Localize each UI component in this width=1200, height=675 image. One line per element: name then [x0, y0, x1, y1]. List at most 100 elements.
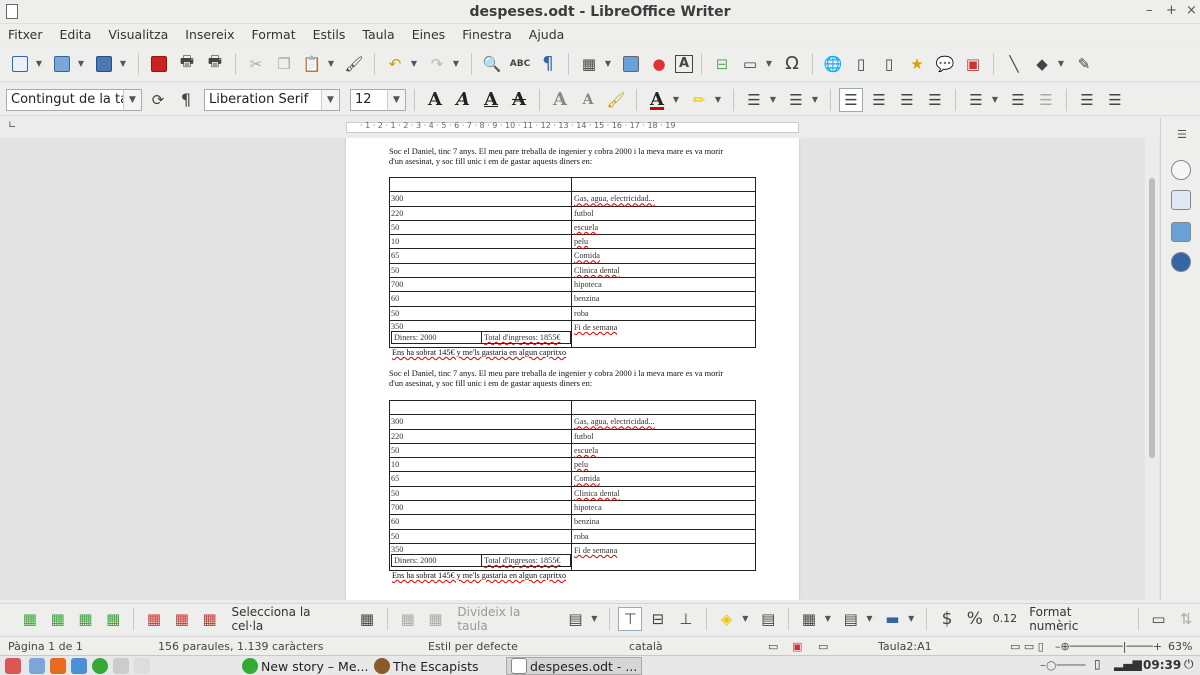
save-icon[interactable] [92, 52, 116, 76]
export-pdf-icon[interactable] [147, 52, 171, 76]
insert-rows-above-icon[interactable]: ▦ [18, 607, 42, 631]
amount-cell[interactable]: 50 [390, 220, 572, 235]
table-row[interactable]: 50 Clinica dental [390, 263, 755, 279]
line-icon[interactable]: ╲ [1002, 52, 1026, 76]
item-cell[interactable]: hipoteca [572, 278, 755, 291]
footnote-icon[interactable]: ▯ [849, 52, 873, 76]
table-row[interactable]: 300 Gas, agua, electricidad... [390, 415, 755, 430]
strikethrough-icon[interactable]: A [507, 88, 531, 112]
new-dropdown-icon[interactable]: ▼ [34, 59, 44, 68]
border-style-icon[interactable]: ▤ [839, 607, 863, 631]
insert-textbox-icon[interactable]: A [675, 54, 693, 73]
leftover-text[interactable]: Ens ha sobrat 145€ y me'ls gastaria en a… [392, 571, 566, 580]
amount-cell[interactable]: 220 [390, 429, 572, 443]
table-row[interactable]: 50 escuela [390, 443, 755, 459]
chevron-down-icon[interactable]: ▼ [387, 89, 405, 110]
tab-stop-icon[interactable]: ∟ [8, 120, 16, 131]
spelling-icon[interactable]: ABC [508, 52, 532, 76]
amount-cell[interactable]: 50 [390, 263, 572, 278]
table-dropdown-icon[interactable]: ▼ [603, 59, 613, 68]
item-cell[interactable] [572, 401, 755, 414]
window-icon[interactable] [113, 657, 129, 674]
intro-paragraph[interactable]: Soc el Daniel, tinc 7 anys. El meu pare … [389, 369, 759, 389]
borders-icon[interactable]: ▦ [797, 607, 821, 631]
merge-cells-icon[interactable]: ▦ [396, 607, 420, 631]
sidebar-menu-icon[interactable]: ☰ [1177, 128, 1187, 141]
clone-formatting-icon[interactable]: 🖌 [342, 52, 366, 76]
maximize-icon[interactable]: + [1166, 3, 1177, 18]
taskbar-item-newstory[interactable]: New story – Me... [242, 657, 368, 675]
increase-indent-icon[interactable]: ☰ [1075, 88, 1099, 112]
amount-cell[interactable]: 10 [390, 458, 572, 472]
bookmark-icon[interactable]: ★ [905, 52, 929, 76]
amount-cell[interactable]: 65 [390, 249, 572, 263]
styles-icon[interactable] [1171, 190, 1191, 210]
undo-icon[interactable]: ↶ [383, 52, 407, 76]
item-cell[interactable]: Fi de semana [572, 544, 755, 570]
amount-cell[interactable]: 220 [390, 206, 572, 220]
table-row[interactable]: 220 futbol [390, 429, 755, 444]
volume-slider[interactable]: –○──── [1040, 658, 1085, 672]
new-style-icon[interactable]: ¶ [174, 88, 198, 112]
amount-cell[interactable]: 50 [390, 443, 572, 458]
navigator-icon[interactable] [1171, 252, 1191, 272]
currency-format-icon[interactable]: $ [935, 607, 959, 631]
total-cell[interactable]: Total d'ingresos: 1855€ [482, 555, 560, 566]
font-size-combo[interactable]: 12 ▼ [350, 88, 406, 111]
item-cell[interactable]: futbol [572, 430, 755, 443]
item-cell[interactable]: roba [572, 530, 755, 543]
delete-table-icon[interactable]: ▦ [198, 607, 222, 631]
number-format-button[interactable]: Format numèric [1029, 605, 1123, 633]
align-right-icon[interactable]: ☰ [895, 88, 919, 112]
item-cell[interactable]: roba [572, 307, 755, 320]
table-row[interactable]: 300 Gas, agua, electricidad... [390, 192, 755, 207]
menu-format[interactable]: Format [252, 27, 296, 42]
item-cell[interactable]: futbol [572, 207, 755, 220]
table-row[interactable]: 60 benzina [390, 292, 755, 307]
special-character-icon[interactable]: Ω [780, 52, 804, 76]
browser-icon[interactable] [71, 657, 87, 674]
align-left-icon[interactable]: ☰ [839, 87, 863, 112]
insert-columns-after-icon[interactable]: ▦ [101, 607, 125, 631]
chevron-down-icon[interactable]: ▼ [321, 89, 339, 110]
table-autofit-icon[interactable]: ▤ [564, 607, 588, 631]
table-row[interactable]: 65 Comida [390, 249, 755, 264]
view-layout-icon[interactable]: ▭ ▭ ▯ [1010, 640, 1044, 653]
table-row[interactable]: 50 roba [390, 306, 755, 321]
insert-image-icon[interactable] [619, 52, 643, 76]
find-replace-icon[interactable]: 🔍 [480, 52, 504, 76]
amount-cell[interactable]: 350 Diners: 2000 Total d'ingresos: 1855€ [390, 320, 572, 347]
item-cell[interactable]: Clinica dental [572, 264, 755, 277]
amount-cell[interactable] [390, 401, 572, 415]
amount-cell[interactable]: 50 [390, 306, 572, 320]
gallery-icon[interactable] [1171, 222, 1191, 242]
table-cell-status[interactable]: Taula2:A1 [878, 640, 932, 653]
amount-cell[interactable] [390, 178, 572, 192]
amount-cell[interactable]: 300 [390, 415, 572, 429]
align-center-icon[interactable]: ☰ [867, 88, 891, 112]
nested-table[interactable]: Diners: 2000 Total d'ingresos: 1855€ [391, 330, 571, 344]
item-cell[interactable] [572, 178, 755, 191]
menu-visualitza[interactable]: Visualitza [108, 27, 168, 42]
files-icon[interactable] [29, 657, 45, 674]
amount-cell[interactable]: 300 [390, 192, 572, 206]
page[interactable]: Soc el Daniel, tinc 7 anys. El meu pare … [346, 138, 799, 600]
font-color-dropdown-icon[interactable]: ▼ [671, 95, 681, 104]
menu-estils[interactable]: Estils [313, 27, 346, 42]
save-dropdown-icon[interactable]: ▼ [118, 59, 128, 68]
amount-cell[interactable]: 50 [390, 486, 572, 501]
table-row[interactable]: 10 pelu [390, 458, 755, 473]
number-value[interactable]: 0.12 [993, 612, 1018, 625]
menu-finestra[interactable]: Finestra [462, 27, 512, 42]
chevron-down-icon[interactable]: ▼ [123, 89, 141, 110]
ruler[interactable]: ∟ · 1 · 2 · 1 · 2 · 3 · 4 · 5 · 6 · 7 · … [0, 118, 1200, 138]
item-cell[interactable]: Gas, agua, electricidad... [572, 192, 755, 205]
page-style[interactable]: Estil per defecte [428, 640, 518, 653]
update-style-icon[interactable]: ⟳ [146, 88, 170, 112]
insert-mode-icon[interactable]: ▭ [768, 640, 778, 653]
bullets-dropdown-icon[interactable]: ▼ [768, 95, 778, 104]
insert-columns-before-icon[interactable]: ▦ [74, 607, 98, 631]
underline-icon[interactable]: A [479, 88, 503, 112]
align-top-icon[interactable]: ⊤ [618, 606, 643, 631]
insert-table-icon[interactable]: ▦ [577, 52, 601, 76]
